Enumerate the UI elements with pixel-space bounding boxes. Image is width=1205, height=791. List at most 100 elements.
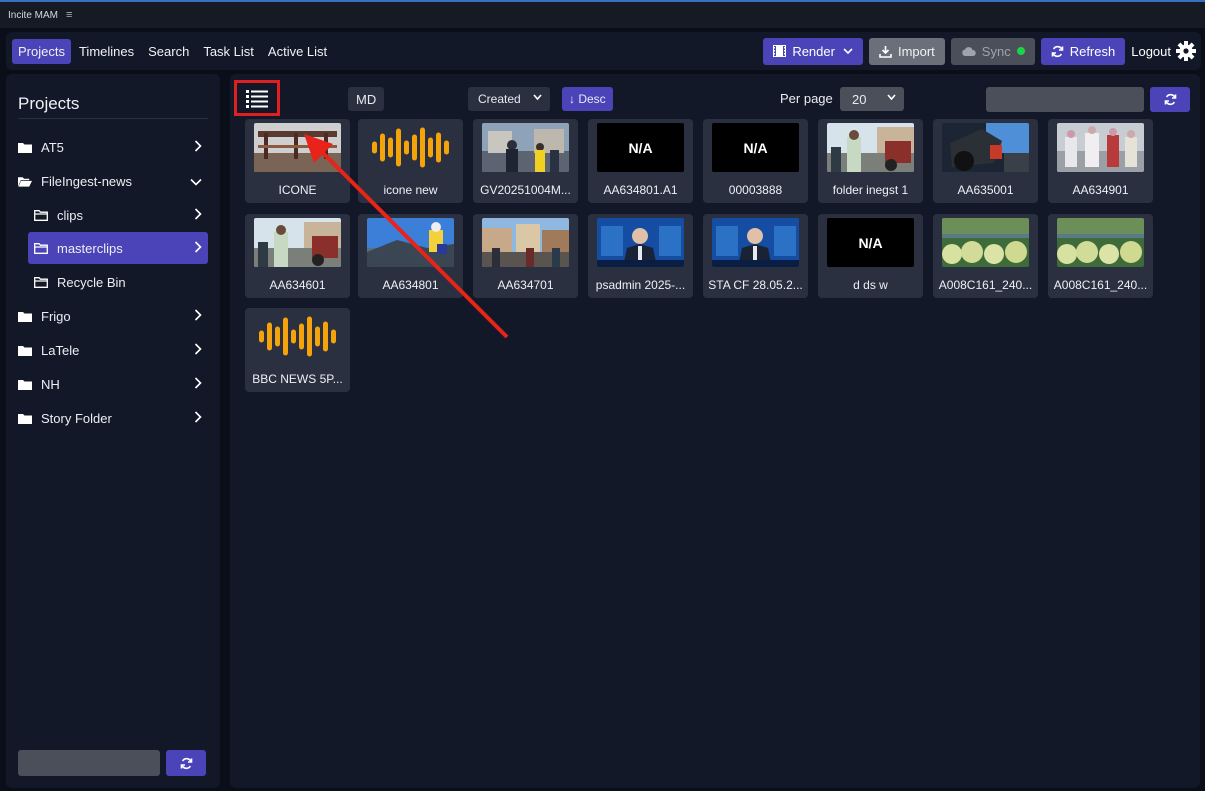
chevron-right-icon[interactable] — [194, 241, 202, 256]
chevron-right-icon[interactable] — [194, 140, 202, 155]
video-thumbnail — [712, 218, 799, 267]
asset-card[interactable]: A008C161_240... — [933, 214, 1038, 298]
chevron-down-icon[interactable] — [190, 174, 202, 189]
asset-name: GV20251004M... — [480, 183, 571, 197]
video-thumbnail — [597, 218, 684, 267]
asset-card[interactable]: folder inegst 1 — [818, 119, 923, 203]
asset-card[interactable]: N/A d ds w — [818, 214, 923, 298]
asset-card[interactable]: ICONE — [245, 119, 350, 203]
asset-name: AA634601 — [269, 278, 326, 292]
nav-active-list[interactable]: Active List — [262, 39, 333, 64]
tree-item-recycle-bin[interactable]: Recycle Bin — [28, 266, 208, 298]
asset-name: d ds w — [853, 278, 888, 292]
projects-sidebar: Projects AT5 FileIngest-news clips mastercl… — [6, 74, 220, 788]
asset-card[interactable]: icone new — [358, 119, 463, 203]
asset-name: psadmin 2025-... — [595, 278, 686, 292]
refresh-button[interactable]: Refresh — [1040, 37, 1126, 65]
asset-name: AA634701 — [497, 278, 554, 292]
tree-item-fileingest-news[interactable]: FileIngest-news — [18, 165, 208, 197]
tree-item-masterclips[interactable]: masterclips — [28, 232, 208, 264]
chevron-right-icon[interactable] — [194, 208, 202, 223]
asset-name: folder inegst 1 — [832, 183, 909, 197]
tree-item-at5[interactable]: AT5 — [18, 131, 208, 163]
chevron-right-icon[interactable] — [194, 309, 202, 324]
tree-item-latele[interactable]: LaTele — [18, 334, 208, 366]
sync-status-dot — [1016, 47, 1025, 55]
asset-name: A008C161_240... — [1053, 278, 1148, 292]
folder-icon — [18, 378, 32, 390]
nav-task-list[interactable]: Task List — [197, 39, 260, 64]
asset-name: STA CF 28.05.2... — [708, 278, 803, 292]
sync-button[interactable]: Sync — [950, 37, 1035, 65]
asset-card[interactable]: AA635001 — [933, 119, 1038, 203]
chevron-right-icon[interactable] — [194, 411, 202, 426]
sync-label: Sync — [981, 43, 1011, 59]
import-button[interactable]: Import — [868, 37, 945, 65]
asset-name: icone new — [383, 183, 438, 197]
folder-icon — [18, 412, 32, 424]
folder-icon — [18, 310, 32, 322]
render-label: Render — [792, 43, 835, 59]
asset-grid: ICONE icone new GV20251004M... N/A AA634801.… — [230, 74, 1200, 788]
tree-item-nh[interactable]: NH — [18, 368, 208, 400]
nav-timelines[interactable]: Timelines — [73, 39, 140, 64]
tree-item-clips[interactable]: clips — [28, 199, 208, 231]
project-refresh-button[interactable] — [166, 750, 206, 776]
tree-item-story-folder[interactable]: Story Folder — [18, 402, 208, 434]
nav-projects[interactable]: Projects — [12, 38, 71, 64]
refresh-icon — [180, 757, 192, 769]
sidebar-title: Projects — [18, 94, 80, 113]
project-search-input[interactable] — [18, 750, 160, 776]
render-button[interactable]: Render — [763, 37, 863, 65]
video-thumbnail — [942, 123, 1029, 172]
asset-card[interactable]: A008C161_240... — [1048, 214, 1153, 298]
folder-icon — [18, 141, 32, 153]
logout-link[interactable]: Logout — [1131, 44, 1171, 59]
video-thumbnail — [1057, 218, 1144, 267]
tree-item-label: NH — [41, 376, 60, 392]
asset-card[interactable]: N/A 00003888 — [703, 119, 808, 203]
film-icon — [773, 45, 787, 57]
title-bar: Incite MAM ≡ — [0, 0, 1205, 28]
asset-card[interactable]: AA634701 — [473, 214, 578, 298]
tree-item-label: AT5 — [41, 139, 64, 155]
no-thumbnail-placeholder: N/A — [597, 123, 684, 172]
gear-icon[interactable] — [1175, 40, 1197, 62]
asset-card[interactable]: psadmin 2025-... — [588, 214, 693, 298]
video-thumbnail — [482, 123, 569, 172]
refresh-label: Refresh — [1069, 43, 1116, 59]
folder-outline-icon — [34, 242, 48, 254]
video-thumbnail — [482, 218, 569, 267]
video-thumbnail — [254, 218, 341, 267]
cloud-upload-icon — [962, 46, 976, 56]
asset-card[interactable]: AA634801 — [358, 214, 463, 298]
asset-name: 00003888 — [728, 183, 783, 197]
asset-card[interactable]: STA CF 28.05.2... — [703, 214, 808, 298]
audio-waveform-icon — [254, 312, 341, 361]
top-nav: Projects Timelines Search Task List Acti… — [6, 32, 1201, 70]
video-thumbnail — [942, 218, 1029, 267]
asset-card[interactable]: AA634601 — [245, 214, 350, 298]
asset-card[interactable]: GV20251004M... — [473, 119, 578, 203]
tree-item-label: LaTele — [41, 342, 80, 358]
no-thumbnail-placeholder: N/A — [712, 123, 799, 172]
folder-open-icon — [18, 175, 32, 187]
asset-name: AA634901 — [1072, 183, 1129, 197]
nav-search[interactable]: Search — [142, 39, 195, 64]
import-label: Import — [897, 43, 935, 59]
chevron-right-icon[interactable] — [194, 343, 202, 358]
asset-card[interactable]: AA634901 — [1048, 119, 1153, 203]
hamburger-icon[interactable]: ≡ — [66, 9, 72, 21]
app-title: Incite MAM — [8, 9, 59, 21]
asset-name: AA635001 — [957, 183, 1014, 197]
video-thumbnail — [254, 123, 341, 172]
folder-outline-icon — [34, 276, 48, 288]
asset-card[interactable]: BBC NEWS 5P... — [245, 308, 350, 392]
asset-card[interactable]: N/A AA634801.A1 — [588, 119, 693, 203]
folder-outline-icon — [34, 209, 48, 221]
chevron-right-icon[interactable] — [194, 377, 202, 392]
sidebar-divider — [18, 118, 208, 119]
tree-item-label: masterclips — [57, 240, 123, 256]
video-thumbnail — [1057, 123, 1144, 172]
tree-item-frigo[interactable]: Frigo — [18, 300, 208, 332]
